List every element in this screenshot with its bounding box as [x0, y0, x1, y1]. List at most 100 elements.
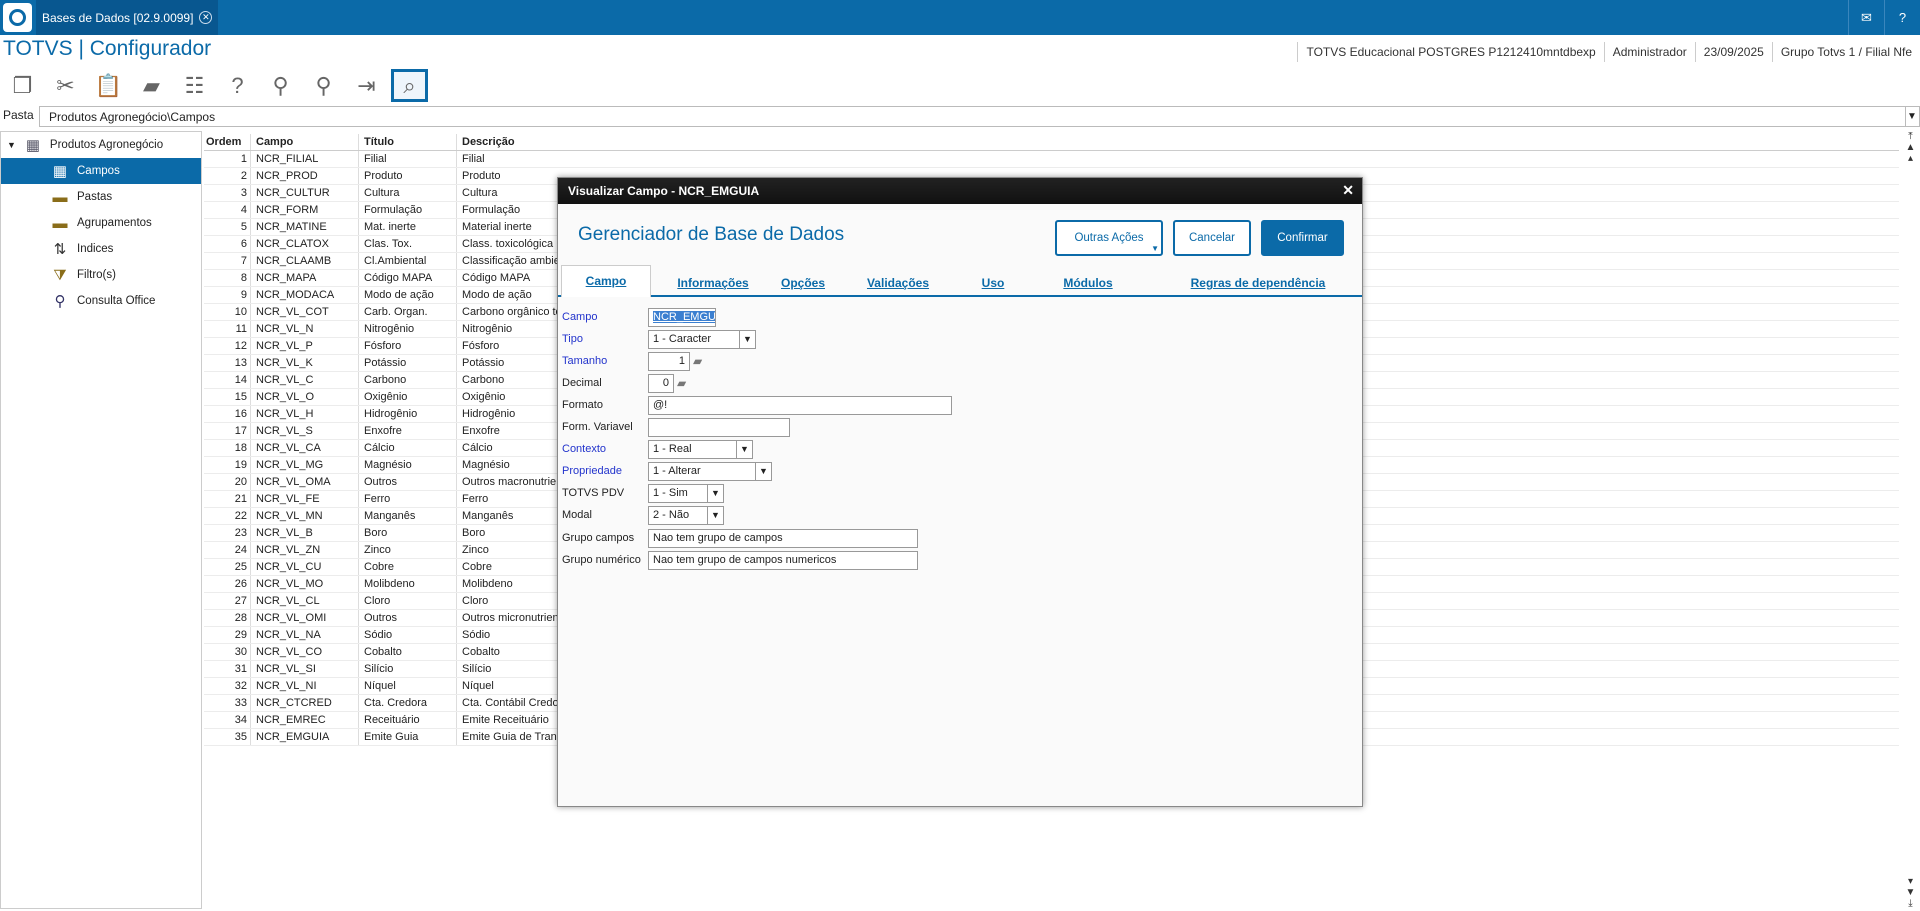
- grupo-campos-field[interactable]: Nao tem grupo de campos: [648, 528, 918, 548]
- help-icon[interactable]: ?: [219, 69, 256, 102]
- copy-icon[interactable]: ❐: [4, 69, 41, 102]
- tree-item-agrupamentos[interactable]: ▬ Agrupamentos: [49, 210, 152, 236]
- table-cell: Emite Guia: [358, 729, 456, 745]
- calculator-icon[interactable]: ▰: [693, 354, 702, 368]
- table-cell: NCR_VL_CL: [250, 593, 358, 609]
- tamanho-field[interactable]: 1: [648, 351, 690, 371]
- table-cell: Hidrogênio: [358, 406, 456, 422]
- table-cell: NCR_VL_OMI: [250, 610, 358, 626]
- paste-icon[interactable]: 📋: [90, 69, 127, 102]
- view-icon[interactable]: ⌕: [391, 69, 428, 102]
- dialog-title-bar: Visualizar Campo - NCR_EMGUIA ✕: [558, 178, 1362, 204]
- scroll-down-icon[interactable]: ▼: [1901, 887, 1920, 898]
- tab-opcoes[interactable]: Opções: [763, 265, 843, 297]
- calculator-icon[interactable]: ▰: [677, 376, 686, 390]
- table-cell: 14: [234, 374, 247, 386]
- database-icon[interactable]: ▰: [133, 69, 170, 102]
- title-bar: Bases de Dados [02.9.0099] ✕ ✉ ?: [0, 0, 1920, 35]
- visualizar-campo-dialog: Visualizar Campo - NCR_EMGUIA ✕ Gerencia…: [557, 177, 1363, 807]
- scroll-end-icon[interactable]: ⤓: [1901, 898, 1920, 909]
- col-ordem[interactable]: Ordem: [204, 134, 250, 150]
- row-modal: Modal 2 - Não ▼: [562, 505, 724, 525]
- contexto-select[interactable]: 1 - Real ▼: [648, 439, 753, 459]
- tree-panel: ▼ ▦ Produtos Agronegócio ▦ Campos ▬ Past…: [0, 131, 202, 909]
- properties-icon[interactable]: ☷: [176, 69, 213, 102]
- tab-campo[interactable]: Campo: [561, 265, 651, 297]
- table-cell: Ferro: [358, 491, 456, 507]
- tab-close-icon[interactable]: ✕: [199, 11, 213, 24]
- scroll-up-icon[interactable]: ▲: [1901, 142, 1920, 153]
- chevron-down-icon[interactable]: ▼: [737, 439, 753, 459]
- chevron-down-icon[interactable]: ▼: [756, 461, 772, 481]
- chevron-down-icon[interactable]: ▼: [1905, 106, 1920, 127]
- tab-validacoes[interactable]: Validações: [848, 265, 948, 297]
- row-form-variavel: Form. Variavel: [562, 417, 790, 437]
- formato-field[interactable]: @!: [648, 395, 952, 415]
- propriedade-select[interactable]: 1 - Alterar ▼: [648, 461, 772, 481]
- decimal-field[interactable]: 0: [648, 373, 674, 393]
- tab-modulos[interactable]: Módulos: [1033, 265, 1143, 297]
- cut-icon[interactable]: ✂: [47, 69, 84, 102]
- col-campo[interactable]: Campo: [250, 134, 358, 150]
- exit-icon[interactable]: ⇥: [348, 69, 385, 102]
- table-row[interactable]: 1 NCR_FILIAL Filial Filial: [204, 151, 1899, 168]
- scroll-top-icon[interactable]: ⤒: [1901, 131, 1920, 142]
- grid-scrollbar[interactable]: ⤒ ▲ ▴ ▾ ▼ ⤓: [1901, 131, 1920, 909]
- chevron-down-icon[interactable]: ▼: [708, 483, 724, 503]
- table-cell: NCR_VL_S: [250, 423, 358, 439]
- tab-uso[interactable]: Uso: [958, 265, 1028, 297]
- campo-label: Campo: [562, 311, 598, 323]
- table-cell: Potássio: [358, 355, 456, 371]
- pasta-select[interactable]: Produtos Agronegócio\Campos: [39, 106, 1906, 127]
- mail-icon[interactable]: ✉: [1848, 0, 1884, 35]
- row-totvs-pdv: TOTVS PDV 1 - Sim ▼: [562, 483, 724, 503]
- cancel-button[interactable]: Cancelar: [1173, 220, 1251, 256]
- totvs-logo-icon[interactable]: [3, 3, 32, 32]
- chevron-down-icon[interactable]: ▼: [708, 505, 724, 525]
- tree-item-filtros[interactable]: ⧩ Filtro(s): [49, 262, 116, 288]
- table-cell: Boro: [358, 525, 456, 541]
- totvs-pdv-select[interactable]: 1 - Sim ▼: [648, 483, 724, 503]
- table-cell: 7: [240, 255, 247, 267]
- table-cell: NCR_VL_SI: [250, 661, 358, 677]
- tree-item-pastas[interactable]: ▬ Pastas: [49, 184, 113, 210]
- col-descricao[interactable]: Descrição: [456, 134, 856, 150]
- row-contexto: Contexto 1 - Real ▼: [562, 439, 753, 459]
- table-cell: NCR_VL_B: [250, 525, 358, 541]
- col-titulo[interactable]: Título: [358, 134, 456, 150]
- tree-item-consulta-office[interactable]: ⚲ Consulta Office: [49, 288, 156, 314]
- tree-item-indices[interactable]: ⇅ Indices: [49, 236, 114, 262]
- confirm-button[interactable]: Confirmar: [1261, 220, 1344, 256]
- scroll-down-small-icon[interactable]: ▾: [1901, 876, 1920, 887]
- info-user: Administrador: [1603, 42, 1695, 62]
- modal-select[interactable]: 2 - Não ▼: [648, 505, 724, 525]
- tab-bases-de-dados[interactable]: Bases de Dados [02.9.0099] ✕: [36, 0, 219, 35]
- table-cell: Sódio: [358, 627, 456, 643]
- close-icon[interactable]: ✕: [1342, 182, 1354, 199]
- campo-field[interactable]: NCR_EMGU: [648, 307, 716, 327]
- form-variavel-field[interactable]: [648, 417, 790, 437]
- totvs-pdv-value: 1 - Sim: [648, 483, 708, 503]
- table-cell: 5: [240, 221, 247, 233]
- search-icon[interactable]: ⚲: [262, 69, 299, 102]
- table-cell: Outros: [358, 474, 456, 490]
- help-icon[interactable]: ?: [1884, 0, 1920, 35]
- tipo-select[interactable]: 1 - Caracter ▼: [648, 329, 756, 349]
- tab-informacoes[interactable]: Informações: [663, 265, 763, 297]
- tipo-label: Tipo: [562, 333, 583, 345]
- dialog-tabs: Campo Informações Opções Validações Uso …: [558, 265, 1362, 297]
- chevron-down-icon[interactable]: ▼: [7, 140, 16, 150]
- table-cell: Outros: [358, 610, 456, 626]
- outras-acoes-button[interactable]: Outras Ações ▼: [1055, 220, 1163, 256]
- tab-regras-dependencia[interactable]: Regras de dependência: [1158, 265, 1358, 297]
- chevron-down-icon[interactable]: ▼: [740, 329, 756, 349]
- tree-root[interactable]: ▼ ▦ Produtos Agronegócio: [7, 132, 163, 158]
- scroll-up-small-icon[interactable]: ▴: [1901, 153, 1920, 164]
- filter-icon: ⧩: [53, 266, 67, 284]
- grupo-numerico-field[interactable]: Nao tem grupo de campos numericos: [648, 550, 918, 570]
- table-cell: 13: [234, 357, 247, 369]
- table-cell: 9: [240, 289, 247, 301]
- table-cell: 34: [234, 714, 247, 726]
- find-next-icon[interactable]: ⚲: [305, 69, 342, 102]
- tree-item-campos[interactable]: ▦ Campos: [1, 158, 201, 184]
